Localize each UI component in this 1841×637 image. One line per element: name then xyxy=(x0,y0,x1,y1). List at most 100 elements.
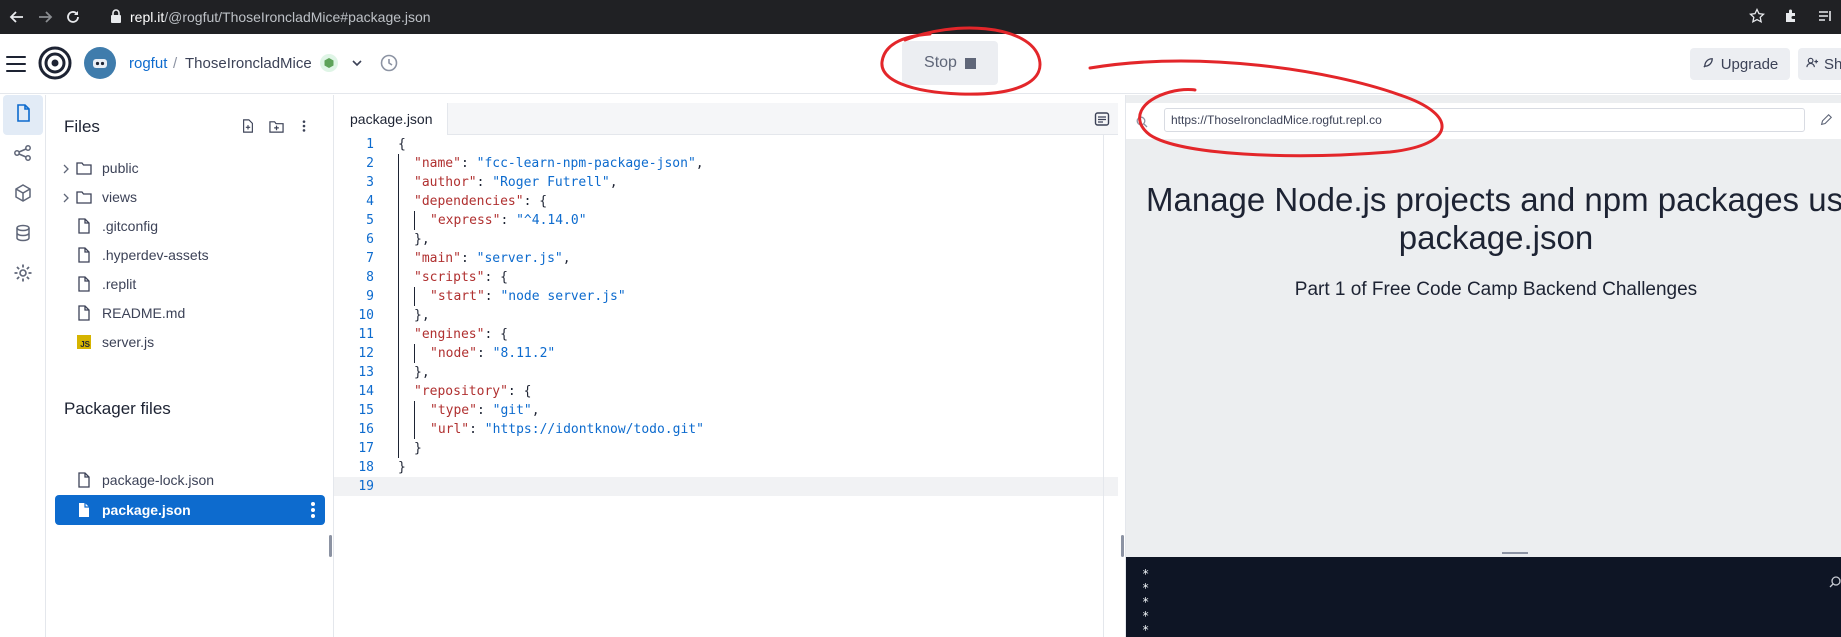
upgrade-button[interactable]: Upgrade xyxy=(1690,48,1790,80)
repl-name[interactable]: ThoseIroncladMice xyxy=(185,55,312,72)
tree-item-label: views xyxy=(102,189,138,205)
forward-arrow-icon[interactable] xyxy=(34,6,56,28)
files-title: Files xyxy=(64,117,100,136)
reload-icon[interactable] xyxy=(62,6,84,28)
tree-item-server-js[interactable]: JS server.js xyxy=(55,327,315,357)
code-line: 17} xyxy=(334,439,1118,458)
line-number: 16 xyxy=(358,422,374,437)
editor-options-icon[interactable] xyxy=(1094,111,1110,127)
url-path: /@rogfut/ThoseIroncladMice#package.json xyxy=(164,9,431,25)
page-heading: Manage Node.js projects and npm packages… xyxy=(1146,181,1841,257)
app-header: rogfut / ThoseIroncladMice Stop Upgrade … xyxy=(0,34,1841,94)
line-number: 13 xyxy=(358,365,374,380)
console-resize-handle[interactable] xyxy=(1502,552,1528,554)
tree-item-gitconfig[interactable]: .gitconfig xyxy=(55,211,315,241)
replit-logo-icon[interactable] xyxy=(38,46,72,80)
packager-files-title: Packager files xyxy=(64,399,171,418)
tab-package-json[interactable]: package.json xyxy=(334,103,448,135)
file-icon xyxy=(76,218,92,234)
folder-icon xyxy=(76,160,92,176)
back-arrow-icon[interactable] xyxy=(6,6,28,28)
tree-item-label: package.json xyxy=(102,502,191,518)
owner-avatar[interactable] xyxy=(84,47,116,79)
file-tree-panel: Files public views .gitconfig .hyperdev-… xyxy=(47,95,327,637)
tree-item-label: package-lock.json xyxy=(102,472,215,488)
new-file-icon[interactable] xyxy=(240,118,256,134)
editor-tab-bar: package.json xyxy=(334,103,1118,135)
share-button[interactable]: Sha xyxy=(1798,48,1841,80)
line-number: 2 xyxy=(366,156,374,171)
extensions-puzzle-icon[interactable] xyxy=(1781,6,1801,26)
address-bar[interactable]: repl.it/@rogfut/ThoseIroncladMice#packag… xyxy=(130,9,431,25)
editor-resize-handle[interactable] xyxy=(1121,535,1124,557)
history-icon[interactable] xyxy=(378,52,400,74)
tree-item-views[interactable]: views xyxy=(55,182,315,212)
more-options-icon[interactable] xyxy=(296,118,312,134)
tab-label: package.json xyxy=(350,111,433,127)
tree-item-package-lock-json[interactable]: package-lock.json xyxy=(55,465,315,495)
stop-button[interactable]: Stop xyxy=(902,41,998,85)
chevron-right-icon[interactable] xyxy=(60,162,72,174)
search-icon[interactable] xyxy=(1829,575,1841,589)
gear-icon xyxy=(13,263,33,288)
code-line: 15 "type": "git", xyxy=(334,401,1118,420)
code-area[interactable]: 1{ 2 "name": "fcc-learn-npm-package-json"… xyxy=(334,135,1118,496)
line-number: 10 xyxy=(358,308,374,323)
share-label: Sha xyxy=(1824,55,1841,73)
owner-link[interactable]: rogfut xyxy=(129,55,167,72)
file-icon xyxy=(76,247,92,263)
chevron-right-icon[interactable] xyxy=(60,191,72,203)
tree-item-public[interactable]: public xyxy=(55,153,315,183)
code-line: 10}, xyxy=(334,306,1118,325)
rail-files-button[interactable] xyxy=(3,95,43,135)
page-heading-line: Manage Node.js projects and npm packages… xyxy=(1146,181,1841,218)
webview-toolbar: https://ThoseIroncladMice.rogfut.repl.co xyxy=(1126,103,1841,139)
line-number: 12 xyxy=(358,346,374,361)
rail-settings-button[interactable] xyxy=(3,255,43,295)
webview-url-field[interactable]: https://ThoseIroncladMice.rogfut.repl.co xyxy=(1164,108,1805,132)
rail-packages-button[interactable] xyxy=(3,175,43,215)
code-line: 2 "name": "fcc-learn-npm-package-json", xyxy=(334,154,1118,173)
tree-item-readme[interactable]: README.md xyxy=(55,298,315,328)
more-options-icon[interactable] xyxy=(311,502,315,518)
console-line: * xyxy=(1142,623,1150,637)
rail-database-button[interactable] xyxy=(3,215,43,255)
page-subheading: Part 1 of Free Code Camp Backend Challen… xyxy=(1294,279,1698,300)
code-line: 12 "node": "8.11.2" xyxy=(334,344,1118,363)
code-line: 3 "author": "Roger Futrell", xyxy=(334,173,1118,192)
code-line: 7 "main": "server.js", xyxy=(334,249,1118,268)
reading-list-icon[interactable] xyxy=(1815,6,1835,26)
tree-item-package-json[interactable]: package.json xyxy=(55,495,325,525)
console-line: * xyxy=(1142,567,1150,581)
sidebar-resize-handle[interactable] xyxy=(329,535,332,557)
line-number: 11 xyxy=(358,327,374,342)
tree-item-replit[interactable]: .replit xyxy=(55,269,315,299)
breadcrumb-separator: / xyxy=(173,55,178,72)
tree-item-label: .gitconfig xyxy=(102,218,159,234)
console-line: * xyxy=(1142,609,1150,623)
code-line: 11 "engines": { xyxy=(334,325,1118,344)
line-number: 8 xyxy=(366,270,374,285)
file-icon xyxy=(13,103,33,128)
tree-item-hyperdev-assets[interactable]: .hyperdev-assets xyxy=(55,240,315,270)
console-panel[interactable]: * * * * * xyxy=(1126,557,1841,637)
tree-item-label: README.md xyxy=(102,305,186,321)
code-line: 8 "scripts": { xyxy=(334,268,1118,287)
rail-version-control-button[interactable] xyxy=(3,135,43,175)
stop-label: Stop xyxy=(924,54,957,71)
line-number: 4 xyxy=(366,194,374,209)
line-number: 19 xyxy=(358,479,374,494)
database-icon xyxy=(13,223,33,248)
share-nodes-icon xyxy=(13,143,33,168)
chevron-down-icon[interactable] xyxy=(350,56,364,70)
code-line: 6}, xyxy=(334,230,1118,249)
pencil-icon[interactable] xyxy=(1819,113,1835,129)
code-line: 5 "express": "^4.14.0" xyxy=(334,211,1118,230)
line-number: 3 xyxy=(366,175,374,190)
hamburger-menu-icon[interactable] xyxy=(6,56,26,72)
code-line: 1{ xyxy=(334,135,1118,154)
bookmark-star-icon[interactable] xyxy=(1747,6,1767,26)
new-folder-icon[interactable] xyxy=(268,118,284,134)
url-host: repl.it xyxy=(130,9,165,25)
file-icon xyxy=(76,276,92,292)
